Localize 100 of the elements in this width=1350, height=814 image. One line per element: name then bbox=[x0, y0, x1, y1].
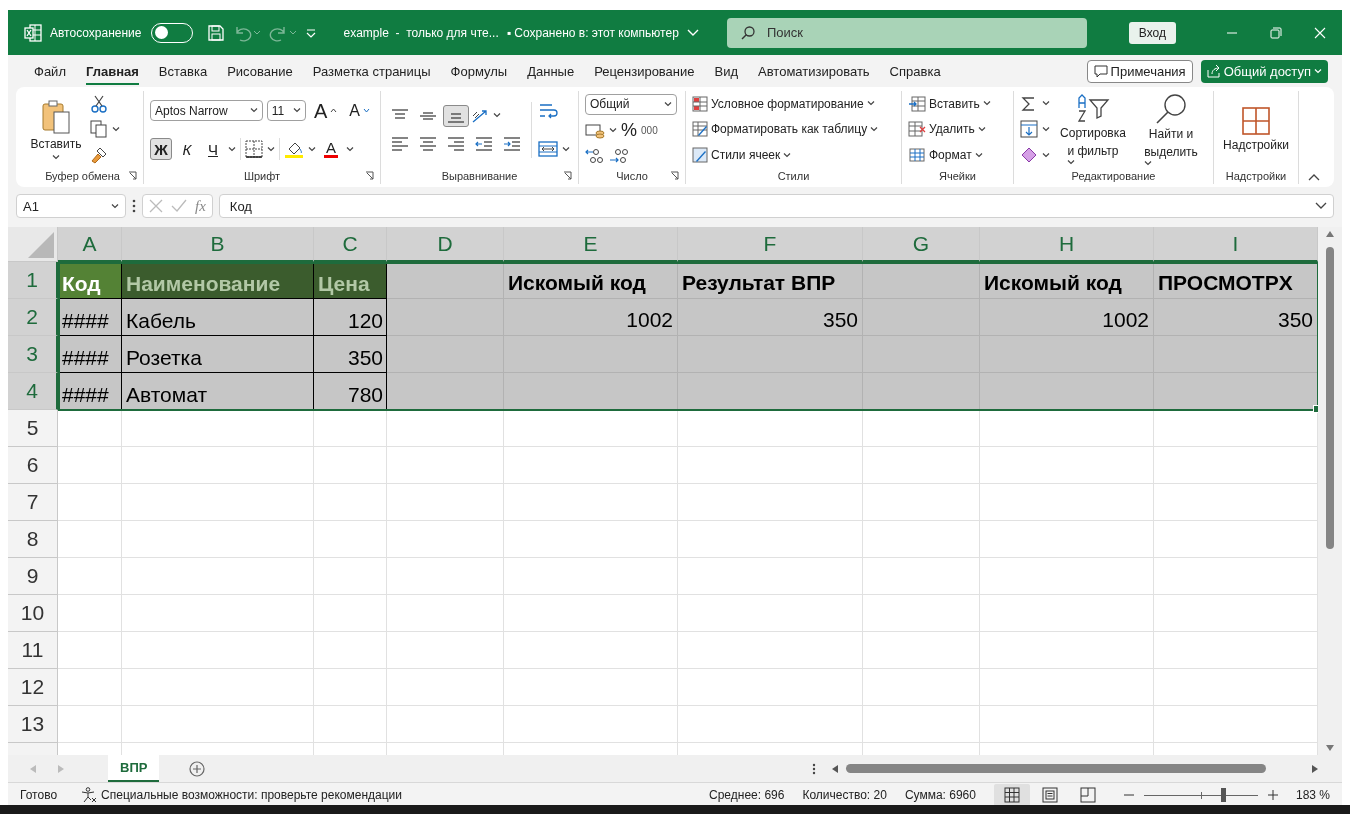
row-header[interactable]: 8 bbox=[8, 521, 58, 558]
ribbon-tab[interactable]: Вставка bbox=[148, 57, 218, 85]
sheet-tab[interactable]: ВПР bbox=[108, 755, 160, 782]
dialog-launcher-icon[interactable] bbox=[128, 171, 137, 180]
decrease-decimal-icon[interactable] bbox=[609, 147, 629, 166]
customize-toolbar-icon[interactable] bbox=[305, 26, 318, 39]
row-header[interactable]: 7 bbox=[8, 484, 58, 521]
share-button[interactable]: Общий доступ bbox=[1200, 59, 1328, 83]
font-style-button[interactable]: Ч bbox=[202, 138, 224, 161]
fill-color-icon[interactable] bbox=[284, 140, 304, 159]
row-header[interactable]: 11 bbox=[8, 632, 58, 669]
accessibility-status[interactable]: Специальные возможности: проверьте рекомендации bbox=[101, 787, 402, 802]
alignment-button[interactable] bbox=[443, 104, 469, 127]
close-icon[interactable] bbox=[1314, 26, 1326, 39]
paste-button[interactable]: Вставить bbox=[28, 91, 84, 168]
dialog-launcher-icon[interactable] bbox=[670, 171, 679, 180]
more-options-icon[interactable] bbox=[132, 199, 136, 213]
spreadsheet-logo-icon[interactable] bbox=[24, 23, 42, 42]
slider-thumb[interactable] bbox=[1220, 787, 1226, 802]
styles-menu-button[interactable]: Условное форматирование bbox=[692, 95, 895, 112]
row-header[interactable]: 13 bbox=[8, 706, 58, 743]
scrollbar-thumb[interactable] bbox=[846, 764, 1266, 773]
column-header[interactable]: B bbox=[122, 227, 314, 262]
font-size-dropdown[interactable]: 11 bbox=[266, 100, 306, 122]
save-status[interactable]: ▪ Сохранено в: этот компьютер bbox=[506, 25, 679, 40]
copy-icon[interactable] bbox=[90, 120, 108, 139]
row-header[interactable]: 12 bbox=[8, 669, 58, 706]
scroll-down-icon[interactable] bbox=[1326, 745, 1334, 751]
restore-icon[interactable] bbox=[1270, 26, 1282, 39]
column-header[interactable]: D bbox=[387, 227, 504, 262]
scrollbar-thumb[interactable] bbox=[1326, 247, 1334, 549]
number-format-dropdown[interactable]: Общий bbox=[585, 93, 677, 115]
row-header[interactable]: 10 bbox=[8, 595, 58, 632]
merge-cells-icon[interactable] bbox=[538, 140, 558, 159]
dialog-launcher-icon[interactable] bbox=[365, 171, 374, 180]
zoom-level[interactable]: 183 % bbox=[1295, 787, 1330, 802]
accessibility-icon[interactable] bbox=[81, 786, 98, 803]
increase-decimal-icon[interactable] bbox=[585, 147, 605, 166]
font-style-button[interactable]: К bbox=[176, 138, 198, 161]
ribbon-tab[interactable]: Главная bbox=[75, 57, 149, 85]
ribbon-tab[interactable]: Разметка страницы bbox=[302, 57, 441, 85]
ribbon-tab[interactable]: Вид bbox=[704, 57, 749, 85]
ribbon-tab[interactable]: Данные bbox=[517, 57, 585, 85]
ribbon-tab[interactable]: Рецензирование bbox=[584, 57, 705, 85]
column-header[interactable]: C bbox=[314, 227, 387, 262]
column-header[interactable]: G bbox=[863, 227, 980, 262]
row-header[interactable]: 9 bbox=[8, 558, 58, 595]
sort-filter-button[interactable]: Сортировка и фильтр bbox=[1056, 91, 1130, 168]
chevron-down-icon[interactable] bbox=[686, 28, 699, 37]
scroll-right-icon[interactable] bbox=[1312, 764, 1318, 773]
styles-menu-button[interactable]: Форматировать как таблицу bbox=[692, 121, 895, 138]
save-icon[interactable] bbox=[207, 23, 226, 42]
cells-menu-button[interactable]: Удалить bbox=[908, 121, 1007, 138]
ribbon-tab[interactable]: Рисование bbox=[217, 57, 303, 85]
zoom-in-icon[interactable] bbox=[1267, 789, 1278, 800]
scroll-up-icon[interactable] bbox=[1326, 231, 1334, 237]
find-select-button[interactable]: Найти и выделить bbox=[1136, 91, 1206, 168]
styles-menu-button[interactable]: Стили ячеек bbox=[692, 147, 895, 164]
cells-menu-button[interactable]: Формат bbox=[908, 147, 1007, 164]
row-header[interactable]: 1 bbox=[8, 262, 58, 299]
ribbon-tab[interactable]: Автоматизировать bbox=[748, 57, 880, 85]
search-field[interactable]: Поиск bbox=[727, 17, 1087, 48]
cells-menu-button[interactable]: Вставить bbox=[908, 95, 1007, 112]
name-box[interactable]: A1 bbox=[16, 194, 126, 218]
fill-down-icon[interactable] bbox=[1020, 120, 1038, 139]
row-header[interactable]: 3 bbox=[8, 336, 58, 373]
add-ins-button[interactable]: Надстройки bbox=[1223, 91, 1289, 168]
column-header[interactable]: E bbox=[504, 227, 678, 262]
dialog-launcher-icon[interactable] bbox=[563, 171, 572, 180]
ribbon-tab[interactable]: Справка bbox=[879, 57, 951, 85]
row-header[interactable]: 5 bbox=[8, 410, 58, 447]
column-header[interactable]: I bbox=[1154, 227, 1318, 262]
insert-function-button[interactable]: fx bbox=[195, 197, 206, 215]
accounting-format-icon[interactable] bbox=[585, 123, 605, 139]
format-painter-icon[interactable] bbox=[90, 146, 108, 165]
row-header[interactable]: 4 bbox=[8, 373, 58, 410]
zoom-slider[interactable] bbox=[1143, 787, 1258, 802]
borders-icon[interactable] bbox=[245, 140, 263, 159]
ribbon-tab[interactable]: Файл bbox=[24, 57, 76, 85]
row-header[interactable]: 6 bbox=[8, 447, 58, 484]
eraser-icon[interactable] bbox=[1020, 146, 1038, 165]
formula-field[interactable]: Код bbox=[218, 194, 1334, 218]
add-sheet-icon[interactable] bbox=[189, 760, 206, 777]
column-header[interactable]: F bbox=[678, 227, 863, 262]
text-orientation-icon[interactable] bbox=[471, 107, 489, 124]
sign-in-button[interactable]: Вход bbox=[1128, 21, 1176, 44]
shrink-font-button[interactable]: A bbox=[345, 99, 374, 122]
scroll-left-icon[interactable] bbox=[832, 764, 838, 773]
collapse-ribbon-icon[interactable] bbox=[1308, 173, 1320, 181]
font-color-button[interactable]: A bbox=[320, 137, 342, 162]
grow-font-button[interactable]: A bbox=[310, 97, 342, 124]
view-button[interactable] bbox=[993, 783, 1030, 805]
font-name-dropdown[interactable]: Aptos Narrow bbox=[150, 100, 263, 122]
thousands-separator-button[interactable]: 000 bbox=[641, 125, 658, 137]
expand-formula-icon[interactable] bbox=[1315, 202, 1327, 210]
column-header[interactable]: A bbox=[58, 227, 122, 262]
column-header[interactable]: H bbox=[980, 227, 1154, 262]
cut-icon[interactable] bbox=[90, 94, 108, 113]
font-style-button[interactable]: Ж bbox=[150, 138, 172, 161]
row-header[interactable]: 2 bbox=[8, 299, 58, 336]
